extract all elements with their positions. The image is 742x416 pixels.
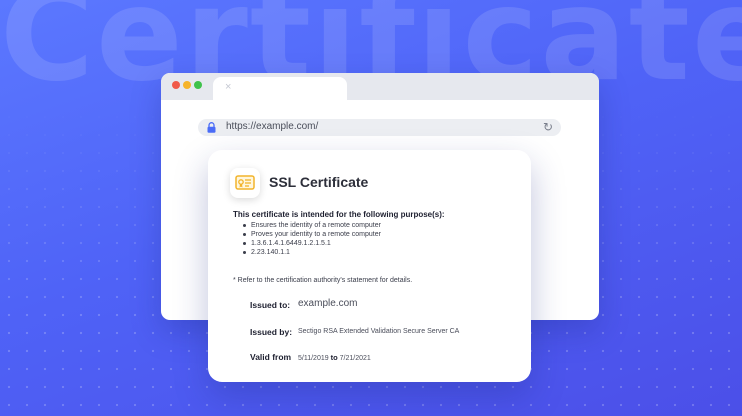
- valid-to-date: 7/21/2021: [339, 355, 371, 362]
- window-minimize-button[interactable]: [183, 81, 191, 89]
- purpose-item: 1.3.6.1.4.1.6449.1.2.1.5.1: [241, 239, 381, 248]
- window-close-button[interactable]: [172, 81, 180, 89]
- window-maximize-button[interactable]: [194, 81, 202, 89]
- purpose-list: Ensures the identity of a remote compute…: [241, 221, 381, 257]
- certificate-title: SSL Certificate: [269, 174, 369, 190]
- issued-by-label: Issued by:: [250, 327, 293, 337]
- certificate-card: SSL Certificate This certificate is inte…: [208, 150, 531, 382]
- lock-icon: [207, 122, 216, 133]
- close-icon[interactable]: ×: [225, 81, 231, 93]
- valid-from-label: Valid from: [250, 352, 292, 362]
- issued-by-value: Sectigo RSA Extended Validation Secure S…: [298, 328, 460, 335]
- certificate-icon: [235, 175, 255, 190]
- issued-to-value: example.com: [298, 298, 358, 309]
- browser-tab[interactable]: ×: [213, 77, 347, 100]
- reload-icon[interactable]: ↻: [543, 120, 553, 134]
- purpose-item: Ensures the identity of a remote compute…: [241, 221, 381, 230]
- certificate-icon-container: [230, 168, 260, 198]
- address-bar[interactable]: https://example.com/ ↻: [198, 119, 561, 136]
- validity-period: 5/11/2019 to 7/21/2021: [298, 353, 371, 362]
- reference-note: * Refer to the certification authority's…: [233, 277, 413, 284]
- purpose-heading: This certificate is intended for the fol…: [233, 210, 445, 219]
- purpose-item: 2.23.140.1.1: [241, 248, 381, 257]
- valid-from-date: 5/11/2019: [298, 355, 329, 362]
- browser-titlebar: ×: [161, 73, 599, 100]
- address-url[interactable]: https://example.com/: [226, 121, 318, 132]
- valid-to-word: to: [330, 353, 338, 362]
- purpose-item: Proves your identity to a remote compute…: [241, 230, 381, 239]
- issued-to-label: Issued to:: [250, 300, 291, 310]
